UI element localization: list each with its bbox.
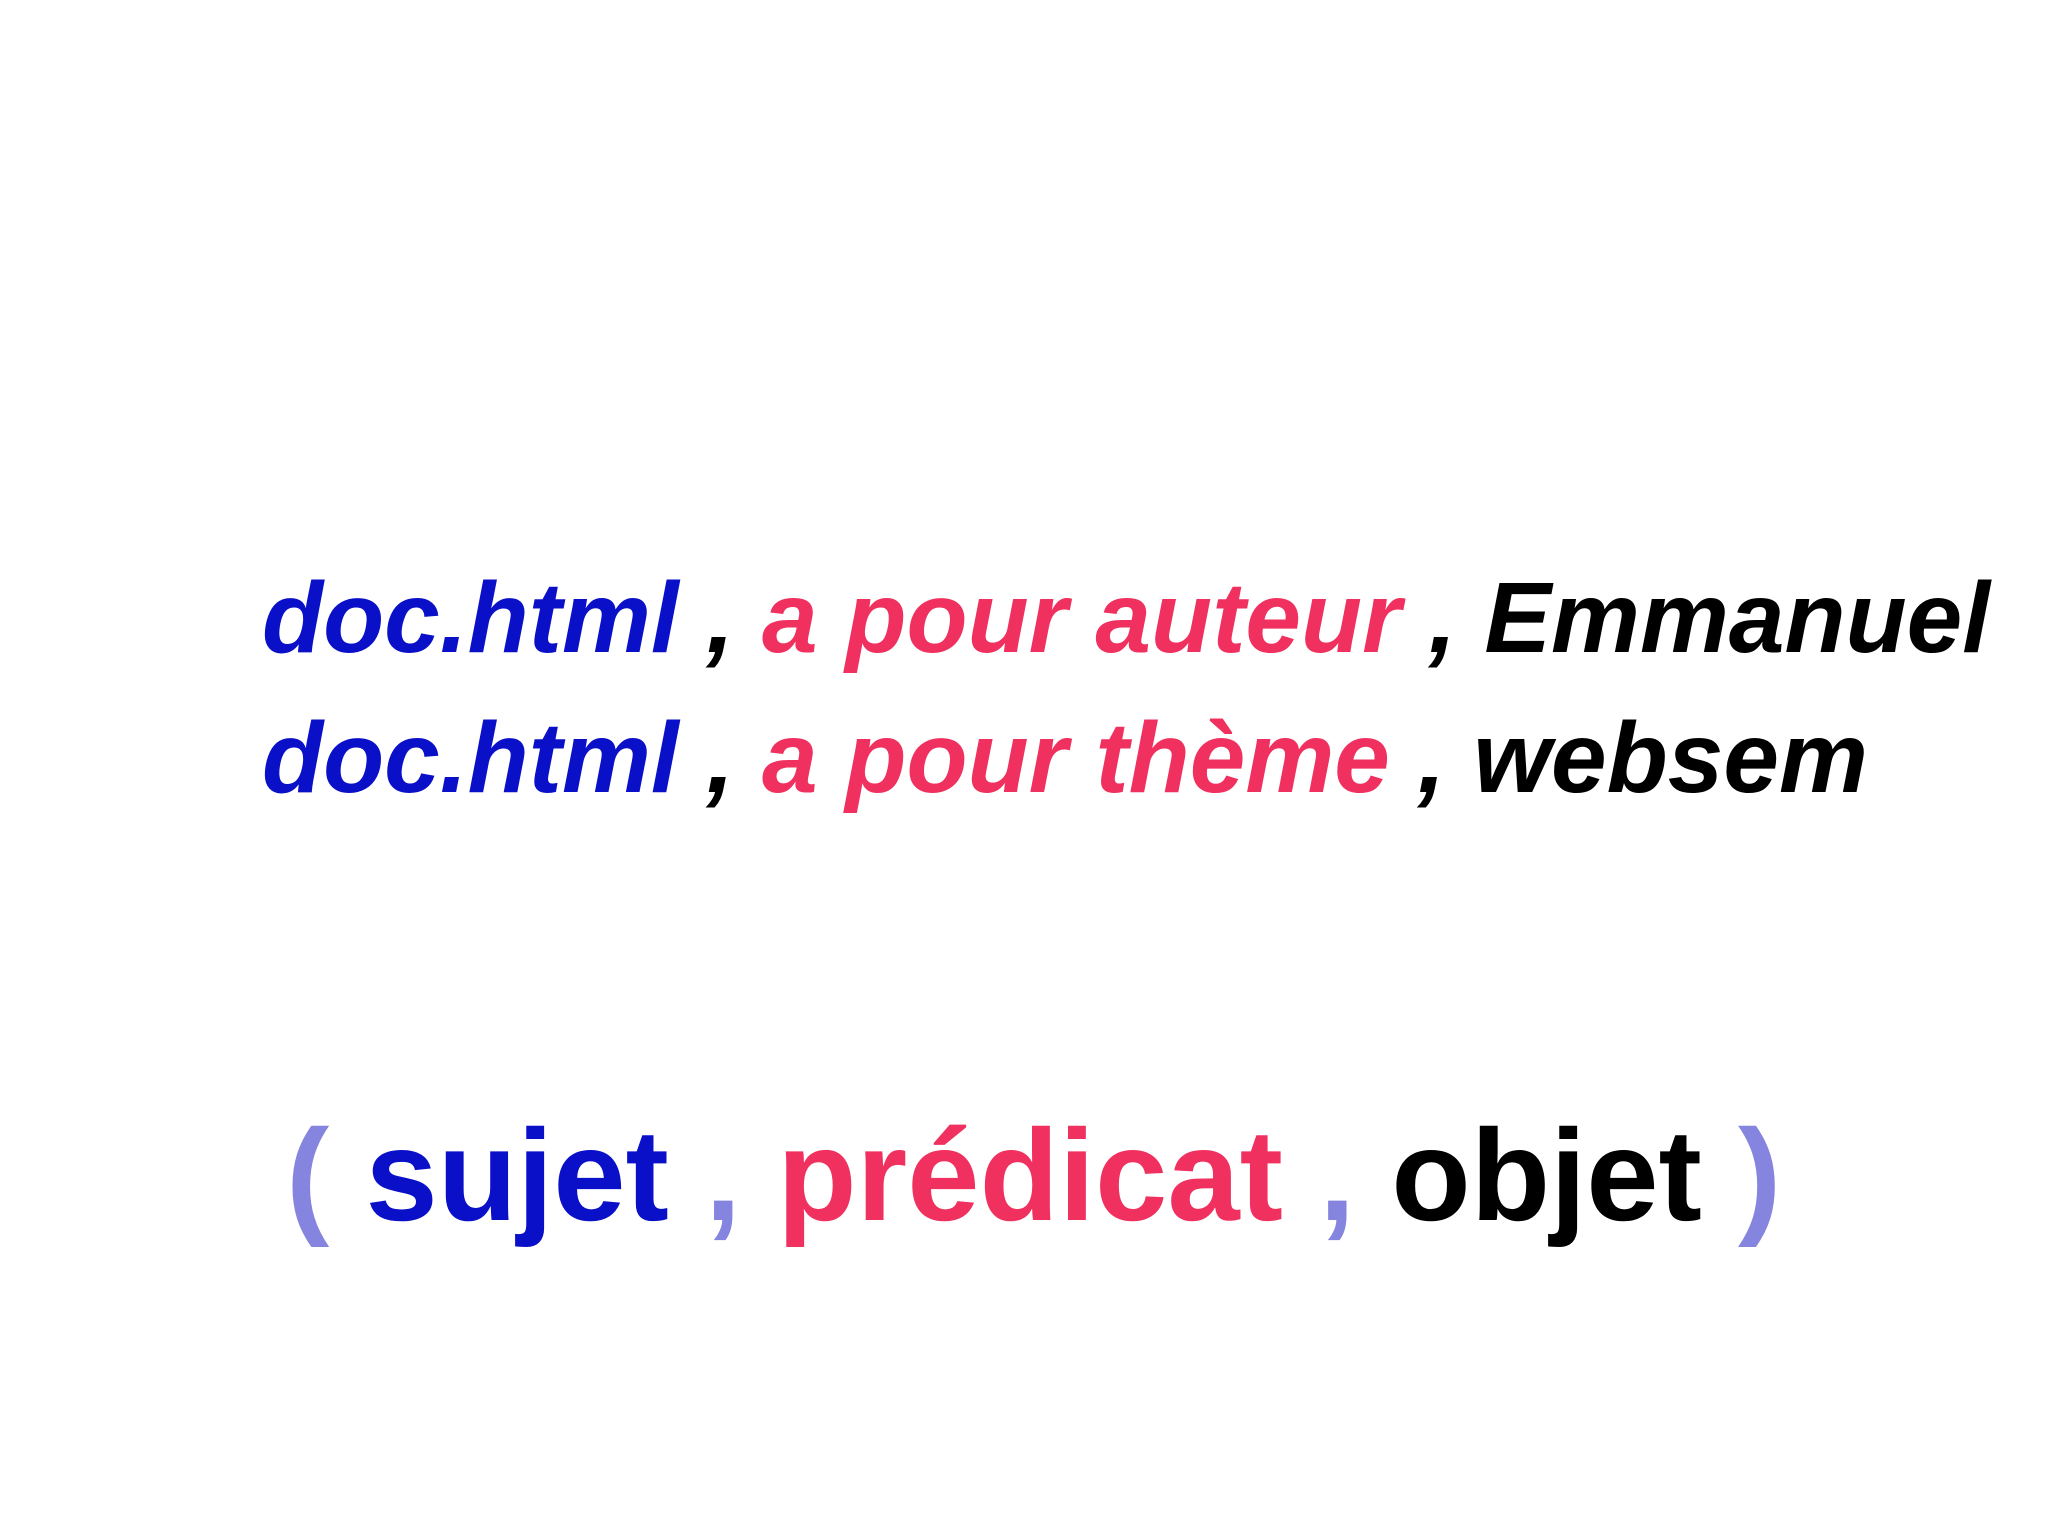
pattern-separator: , xyxy=(1319,1102,1356,1248)
open-parenthesis: ( xyxy=(286,1102,330,1248)
triple-object: Emmanuel xyxy=(1484,562,1991,674)
triple-predicate: a pour thème xyxy=(762,702,1390,814)
pattern-subject: sujet xyxy=(365,1102,669,1248)
pattern-object: objet xyxy=(1391,1102,1702,1248)
triple-object: websem xyxy=(1473,702,1868,814)
triple-comma: , xyxy=(1389,702,1474,814)
triple-subject: doc.html xyxy=(262,562,679,674)
triple-predicate: a pour auteur xyxy=(762,562,1401,674)
triple-subject: doc.html xyxy=(262,702,679,814)
triple-comma: , xyxy=(678,562,763,674)
triple-line-1: doc.html , a pour auteur , Emmanuel xyxy=(262,548,1990,688)
triple-comma: , xyxy=(678,702,763,814)
triple-line-2: doc.html , a pour thème , websem xyxy=(262,688,1990,828)
example-triples: doc.html , a pour auteur , Emmanuel doc.… xyxy=(262,548,1990,828)
triple-pattern: ( sujet , prédicat , objet ) xyxy=(286,1100,1781,1250)
triple-comma: , xyxy=(1400,562,1485,674)
pattern-predicate: prédicat xyxy=(777,1102,1283,1248)
pattern-separator: , xyxy=(704,1102,742,1248)
slide: doc.html , a pour auteur , Emmanuel doc.… xyxy=(0,0,2048,1536)
close-parenthesis: ) xyxy=(1737,1102,1782,1248)
